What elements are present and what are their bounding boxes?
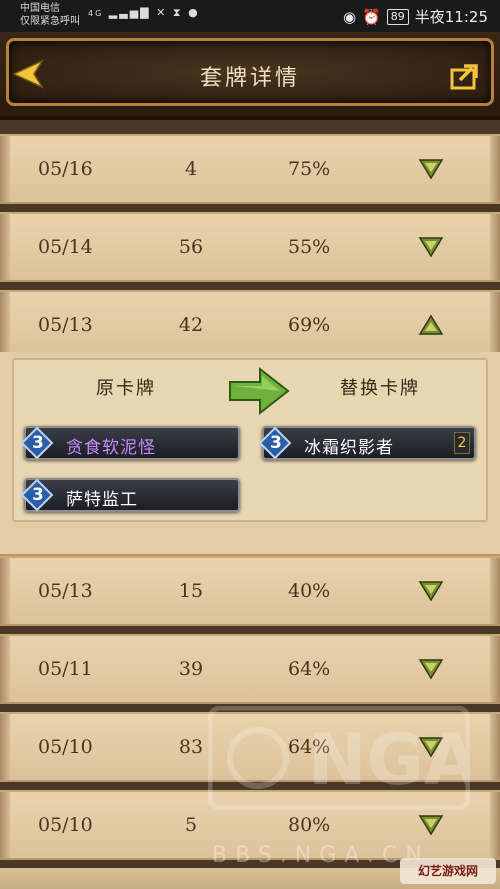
row-date: 05/10 bbox=[38, 814, 93, 836]
card-name: 贪食软泥怪 bbox=[66, 438, 156, 458]
emergency-only-text: 仅限紧急呼叫 bbox=[20, 16, 80, 27]
replacement-cards-title: 替换卡牌 bbox=[340, 378, 420, 399]
battery-indicator: 89 bbox=[386, 8, 409, 25]
card-cost: 3 bbox=[270, 433, 282, 453]
row-date: 05/10 bbox=[38, 736, 93, 758]
list-item[interactable]: 05/14 56 55% bbox=[0, 212, 500, 282]
expand-down-icon[interactable] bbox=[418, 234, 444, 260]
alarm-icon: ⏰ bbox=[362, 7, 381, 26]
watermark-url: BBS.NGA.CN bbox=[212, 843, 430, 868]
collapse-up-icon[interactable] bbox=[418, 312, 444, 338]
signal-area: 4G ▂▃▅▇ ✕ ⧗ ● bbox=[88, 6, 200, 20]
row-percent: 69% bbox=[288, 314, 331, 336]
row-count: 83 bbox=[178, 736, 204, 758]
nga-watermark-logo: NGA bbox=[208, 706, 470, 810]
row-date: 05/16 bbox=[38, 158, 93, 180]
row-count: 42 bbox=[178, 314, 204, 336]
row-date: 05/13 bbox=[38, 314, 93, 336]
carrier-name: 中国电信 bbox=[20, 3, 60, 14]
deck-change-panel: 原卡牌 替换卡牌 3 贪食软泥怪 3 萨特监工 3 冰霜织影者 2 bbox=[0, 352, 500, 556]
list-item[interactable]: 05/11 39 64% bbox=[0, 634, 500, 704]
hourglass-icon: ⧗ bbox=[172, 6, 183, 19]
original-cards-title: 原卡牌 bbox=[96, 378, 156, 399]
qq-icon: ● bbox=[188, 6, 200, 19]
row-percent: 80% bbox=[288, 814, 331, 836]
card-name: 冰霜织影者 bbox=[304, 438, 394, 458]
status-bar: 中国电信 仅限紧急呼叫 4G ▂▃▅▇ ✕ ⧗ ● ◉ ⏰ 89 半夜11:25 bbox=[0, 0, 500, 32]
expand-down-icon[interactable] bbox=[418, 156, 444, 182]
row-percent: 64% bbox=[288, 658, 331, 680]
share-icon[interactable] bbox=[450, 60, 482, 90]
row-count: 39 bbox=[178, 658, 204, 680]
carrier-info: 中国电信 仅限紧急呼叫 bbox=[20, 2, 80, 28]
row-percent: 55% bbox=[288, 236, 331, 258]
eye-icon: ◉ bbox=[342, 7, 357, 26]
list-item[interactable]: 05/13 15 40% bbox=[0, 556, 500, 626]
card-count-badge: 2 bbox=[454, 432, 470, 454]
row-date: 05/14 bbox=[38, 236, 93, 258]
page-title: 套牌详情 bbox=[199, 66, 300, 91]
header-bar: 套牌详情 bbox=[0, 32, 500, 120]
signal-icon: ▂▃▅▇ bbox=[108, 6, 151, 19]
watermark-brand: NGA bbox=[308, 719, 470, 801]
card-cost: 3 bbox=[32, 433, 44, 453]
original-card[interactable]: 3 贪食软泥怪 bbox=[20, 426, 240, 460]
status-right: ◉ ⏰ 89 半夜11:25 bbox=[343, 6, 488, 27]
row-date: 05/11 bbox=[38, 658, 93, 680]
row-date: 05/13 bbox=[38, 580, 93, 602]
row-count: 5 bbox=[184, 814, 198, 836]
clock: 半夜11:25 bbox=[414, 8, 488, 26]
card-name: 萨特监工 bbox=[66, 490, 138, 510]
row-percent: 40% bbox=[288, 580, 331, 602]
card-cost: 3 bbox=[32, 485, 44, 505]
expand-down-icon[interactable] bbox=[418, 812, 444, 838]
list-item[interactable]: 05/16 4 75% bbox=[0, 134, 500, 204]
expand-down-icon[interactable] bbox=[418, 578, 444, 604]
row-count: 56 bbox=[178, 236, 204, 258]
right-arrow-icon bbox=[229, 366, 290, 416]
network-type: 4G bbox=[88, 9, 104, 18]
row-count: 4 bbox=[184, 158, 198, 180]
site-logo: 幻艺游戏网 bbox=[400, 858, 496, 884]
wifi-icon: ✕ bbox=[156, 6, 168, 19]
expand-down-icon[interactable] bbox=[418, 656, 444, 682]
row-count: 15 bbox=[178, 580, 204, 602]
original-card[interactable]: 3 萨特监工 bbox=[20, 478, 240, 512]
replacement-card[interactable]: 3 冰霜织影者 2 bbox=[258, 426, 476, 460]
list-item[interactable]: 05/13 42 69% bbox=[0, 290, 500, 360]
row-percent: 75% bbox=[288, 158, 331, 180]
